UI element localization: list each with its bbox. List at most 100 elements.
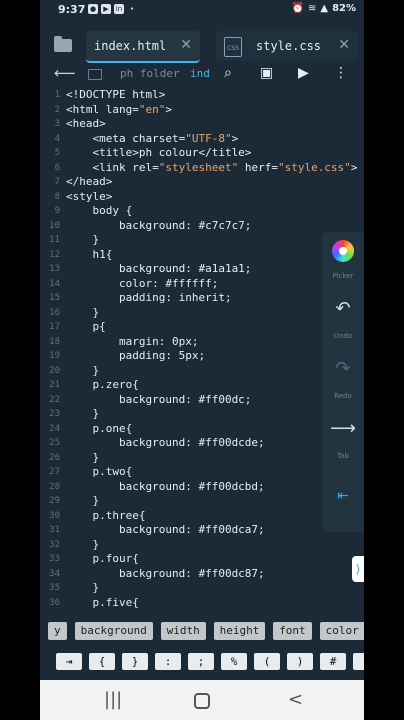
code-line[interactable]: 31 background: #ff00dca7; [40,523,364,538]
line-number: 17 [49,322,60,332]
code-line[interactable]: 27 p.two{ [40,465,364,480]
symbol-key[interactable]: } [122,653,148,670]
code-line[interactable]: 21 p.zero{ [40,378,364,393]
code-line[interactable]: 26 } [40,451,364,466]
code-line[interactable]: 4 <meta charset="UTF-8"> [40,132,364,147]
panel-toggle-handle[interactable]: ⟩ [352,556,364,582]
code-line[interactable]: 22 background: #ff00dc; [40,393,364,408]
code-line[interactable]: 24 p.one{ [40,422,364,437]
code-line[interactable]: 33 p.four{ [40,552,364,567]
code-line[interactable]: 3 <head> [40,117,364,132]
line-number: 6 [54,162,60,173]
code-line[interactable]: 30 p.three{ [40,509,364,524]
code-line[interactable]: 6 <link rel="stylesheet" herf="style.css… [40,161,364,176]
line-number: 21 [49,380,60,390]
line-number: 29 [49,496,60,506]
suggestion-chip[interactable]: background [74,622,153,640]
line-number: 4 [54,133,60,144]
code-line[interactable]: 10 background: #c7c7c7; [40,219,364,234]
code-line[interactable]: 37 background: #00ffc08f; [40,610,364,612]
breadcrumb-file[interactable]: ind [190,67,210,80]
code-text: p.four{ [66,552,139,565]
android-nav-bar: ||| < [40,680,364,720]
code-text: p.one{ [66,421,133,435]
code-line[interactable]: 34 background: #ff00dc87; [40,567,364,582]
breadcrumb-folder[interactable]: ph folder [120,67,180,80]
line-number: 35 [49,583,60,593]
line-number: 12 [49,249,60,260]
symbol-bar: ⇥ {}:;% () # " [40,648,364,676]
code-line[interactable]: 29 } [40,494,364,509]
code-line[interactable]: 16 } [40,306,364,321]
code-line[interactable]: 15 padding: inherit; [40,291,364,306]
undo-icon[interactable]: ↶ [322,298,364,319]
code-text: padding: inherit; [66,291,232,304]
back-nav-icon[interactable]: < [288,689,303,710]
code-line[interactable]: 14 color: #ffffff; [40,277,364,292]
close-icon[interactable]: ✕ [180,37,192,53]
code-line[interactable]: 23 } [40,407,364,422]
symbol-key[interactable]: ( [254,653,280,670]
code-line[interactable]: 32 } [40,538,364,553]
symbol-key[interactable]: ) [287,653,313,670]
tab-arrow-icon[interactable]: ⟶ [322,418,364,439]
redo-icon[interactable]: ↷ [322,358,364,379]
line-number: 11 [49,235,60,245]
line-number: 10 [49,220,60,231]
code-line[interactable]: 12 h1{ [40,248,364,263]
recents-icon[interactable]: ||| [104,689,122,710]
suggestion-chip[interactable]: width [160,622,206,640]
more-menu-icon[interactable]: ⋮ [334,65,348,81]
code-line[interactable]: 17 p{ [40,320,364,335]
folder-icon[interactable] [54,36,72,52]
line-number: 26 [49,452,60,463]
css-file-icon: CSS [224,37,242,57]
symbol-key[interactable]: { [89,653,115,670]
line-number: 13 [49,264,60,274]
tab-index-html[interactable]: index.html ✕ [86,31,200,63]
code-text: <link rel="stylesheet" herf="style.css"> [66,160,358,174]
tab-style-css[interactable]: CSS style.css ✕ [216,31,358,61]
code-line[interactable]: 28 background: #ff00dcbd; [40,480,364,495]
home-icon[interactable] [194,693,210,709]
code-text: background: #a1a1a1; [66,262,252,275]
code-line[interactable]: 25 background: #ff00dcde; [40,436,364,451]
code-line[interactable]: 1 <!DOCTYPE html> [40,88,364,103]
line-number: 3 [54,119,60,129]
symbol-key[interactable]: % [221,653,247,670]
code-line[interactable]: 5 <title>ph colour</title> [40,146,364,161]
code-line[interactable]: 9 body { [40,204,364,219]
code-line[interactable]: 2 <html lang="en"> [40,103,364,118]
code-editor[interactable]: 1 <!DOCTYPE html> 2 <html lang="en"> 3 <head>… [40,86,364,612]
close-icon[interactable]: ✕ [338,37,350,53]
code-line[interactable]: 8 <style> [40,190,364,205]
code-line[interactable]: 20 } [40,364,364,379]
shift-left-icon[interactable]: ⇤ [322,488,364,504]
suggestion-chip[interactable]: height [213,622,266,640]
suggestion-chip[interactable]: color [319,622,364,640]
symbol-key[interactable]: # [320,653,346,670]
code-line[interactable]: 36 p.five{ [40,596,364,611]
save-icon[interactable]: ▣ [260,65,273,81]
code-text: background: #ff00dcbd; [66,479,265,493]
code-line[interactable]: 13 background: #a1a1a1; [40,262,364,277]
code-line[interactable]: 18 margin: 0px; [40,335,364,350]
run-icon[interactable]: ▶ [298,65,309,81]
code-text: <!DOCTYPE html> [66,88,166,101]
line-number: 28 [49,481,60,492]
search-icon[interactable]: ⌕ [224,65,232,81]
code-line[interactable]: 7 </head> [40,175,364,190]
symbol-key[interactable]: : [155,653,181,670]
code-text: background: #ff00dcde; [66,436,265,449]
suggestion-chip[interactable]: y [48,622,67,640]
code-line[interactable]: 19 padding: 5px; [40,349,364,364]
symbol-key[interactable]: ⇥ [56,653,82,670]
back-arrow-icon[interactable]: ⟵ [54,64,76,82]
suggestion-chip[interactable]: font [273,622,312,640]
code-line[interactable]: 35 } [40,581,364,596]
color-picker-icon[interactable] [332,240,354,262]
symbol-key[interactable]: " [353,653,364,670]
code-text: p.two{ [66,465,133,478]
symbol-key[interactable]: ; [188,653,214,670]
code-line[interactable]: 11 } [40,233,364,248]
